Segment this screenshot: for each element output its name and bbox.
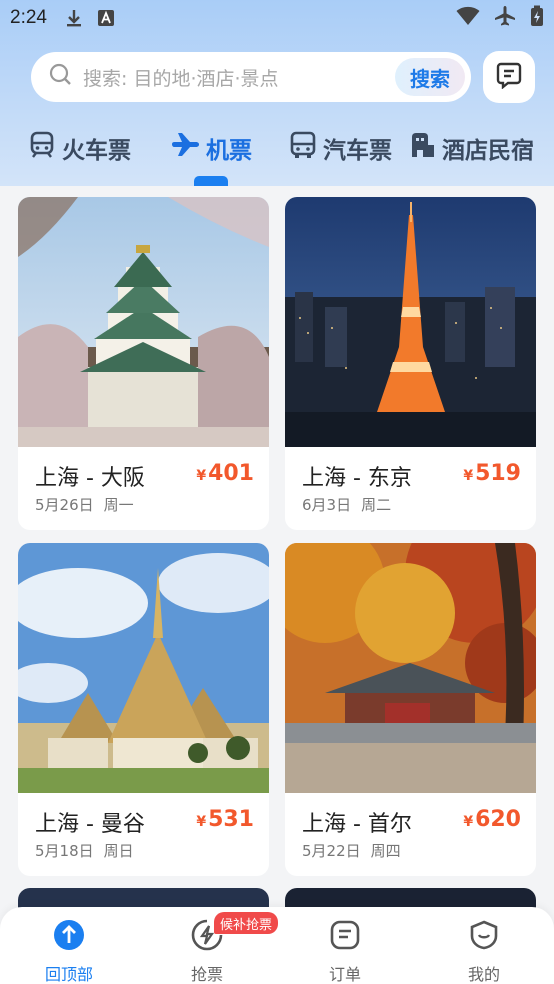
weekday-text: 周四 xyxy=(370,842,401,860)
price-value: 620 xyxy=(475,807,521,832)
card-route: 上海 - 大阪 xyxy=(35,466,145,491)
arrow-up-icon xyxy=(53,919,85,955)
card-price: ¥620 xyxy=(463,807,521,832)
card-price: ¥401 xyxy=(196,461,254,486)
date-text: 5月26日 xyxy=(35,496,94,514)
weekday-text: 周二 xyxy=(361,496,392,514)
tab-bus[interactable]: 汽车票 xyxy=(289,126,392,170)
bangkok-palace-image xyxy=(18,543,269,793)
weekday-text: 周一 xyxy=(103,496,134,514)
destination-card[interactable]: 上海 - 大阪 ¥401 5月26日 周一 xyxy=(18,197,269,530)
nav-back-to-top[interactable]: 回顶部 xyxy=(24,919,114,984)
card-date: 5月26日 周一 xyxy=(35,494,134,515)
message-icon xyxy=(495,61,523,93)
tokyo-tower-image xyxy=(285,197,536,447)
profile-icon xyxy=(468,919,500,955)
wifi-icon xyxy=(456,6,480,31)
airplane-mode-icon xyxy=(494,5,516,32)
tab-flight-label: 机票 xyxy=(206,138,252,164)
plane-icon xyxy=(170,131,206,165)
osaka-castle-image xyxy=(18,197,269,447)
download-icon xyxy=(65,8,83,28)
destination-card[interactable]: 上海 - 东京 ¥519 6月3日 周二 xyxy=(285,197,536,530)
category-tabs: 火车票 机票 汽车票 酒店民宿 xyxy=(0,126,554,170)
waitlist-badge: 候补抢票 xyxy=(214,912,279,934)
search-input[interactable]: 搜索: 目的地·酒店·景点 xyxy=(83,64,279,91)
text-a-icon xyxy=(97,9,115,27)
card-date: 5月18日 周日 xyxy=(35,840,134,861)
search-bar[interactable]: 搜索: 目的地·酒店·景点 搜索 xyxy=(31,52,471,102)
battery-icon xyxy=(530,5,544,32)
destination-card[interactable]: 上海 - 曼谷 ¥531 5月18日 周日 xyxy=(18,543,269,876)
train-icon xyxy=(28,131,62,165)
seoul-palace-image xyxy=(285,543,536,793)
card-route: 上海 - 首尔 xyxy=(302,812,412,837)
tab-train-label: 火车票 xyxy=(62,138,131,164)
hotel-icon xyxy=(408,131,442,165)
nav-label: 回顶部 xyxy=(44,965,93,984)
card-price: ¥531 xyxy=(196,807,254,832)
price-value: 401 xyxy=(208,461,254,486)
tab-flight[interactable]: 机票 xyxy=(170,126,252,170)
search-icon xyxy=(49,63,73,91)
nav-label: 订单 xyxy=(328,965,361,984)
order-icon xyxy=(329,919,361,955)
card-date: 5月22日 周四 xyxy=(302,840,401,861)
nav-profile[interactable]: 我的 xyxy=(439,919,529,984)
price-value: 519 xyxy=(475,461,521,486)
date-text: 6月3日 xyxy=(302,496,352,514)
tab-hotel-label: 酒店民宿 xyxy=(442,138,534,164)
tab-active-indicator xyxy=(194,176,228,186)
weekday-text: 周日 xyxy=(103,842,134,860)
card-route: 上海 - 东京 xyxy=(302,466,412,491)
date-text: 5月18日 xyxy=(35,842,94,860)
currency-symbol: ¥ xyxy=(196,468,207,484)
bus-icon xyxy=(289,131,323,165)
search-button[interactable]: 搜索 xyxy=(395,58,465,96)
price-value: 531 xyxy=(208,807,254,832)
card-date: 6月3日 周二 xyxy=(302,494,391,515)
currency-symbol: ¥ xyxy=(463,468,474,484)
nav-label: 抢票 xyxy=(190,965,223,984)
currency-symbol: ¥ xyxy=(196,814,207,830)
nav-orders[interactable]: 订单 xyxy=(300,919,390,984)
tab-hotel[interactable]: 酒店民宿 xyxy=(408,126,534,170)
destination-card[interactable]: 上海 - 首尔 ¥620 5月22日 周四 xyxy=(285,543,536,876)
nav-label: 我的 xyxy=(467,965,500,984)
tab-bus-label: 汽车票 xyxy=(323,138,392,164)
card-route: 上海 - 曼谷 xyxy=(35,812,145,837)
status-time: 2:24 xyxy=(10,7,47,28)
date-text: 5月22日 xyxy=(302,842,361,860)
status-bar: 2:24 xyxy=(0,0,554,36)
tab-train[interactable]: 火车票 xyxy=(28,126,131,170)
message-button[interactable] xyxy=(483,51,535,103)
currency-symbol: ¥ xyxy=(463,814,474,830)
card-price: ¥519 xyxy=(463,461,521,486)
